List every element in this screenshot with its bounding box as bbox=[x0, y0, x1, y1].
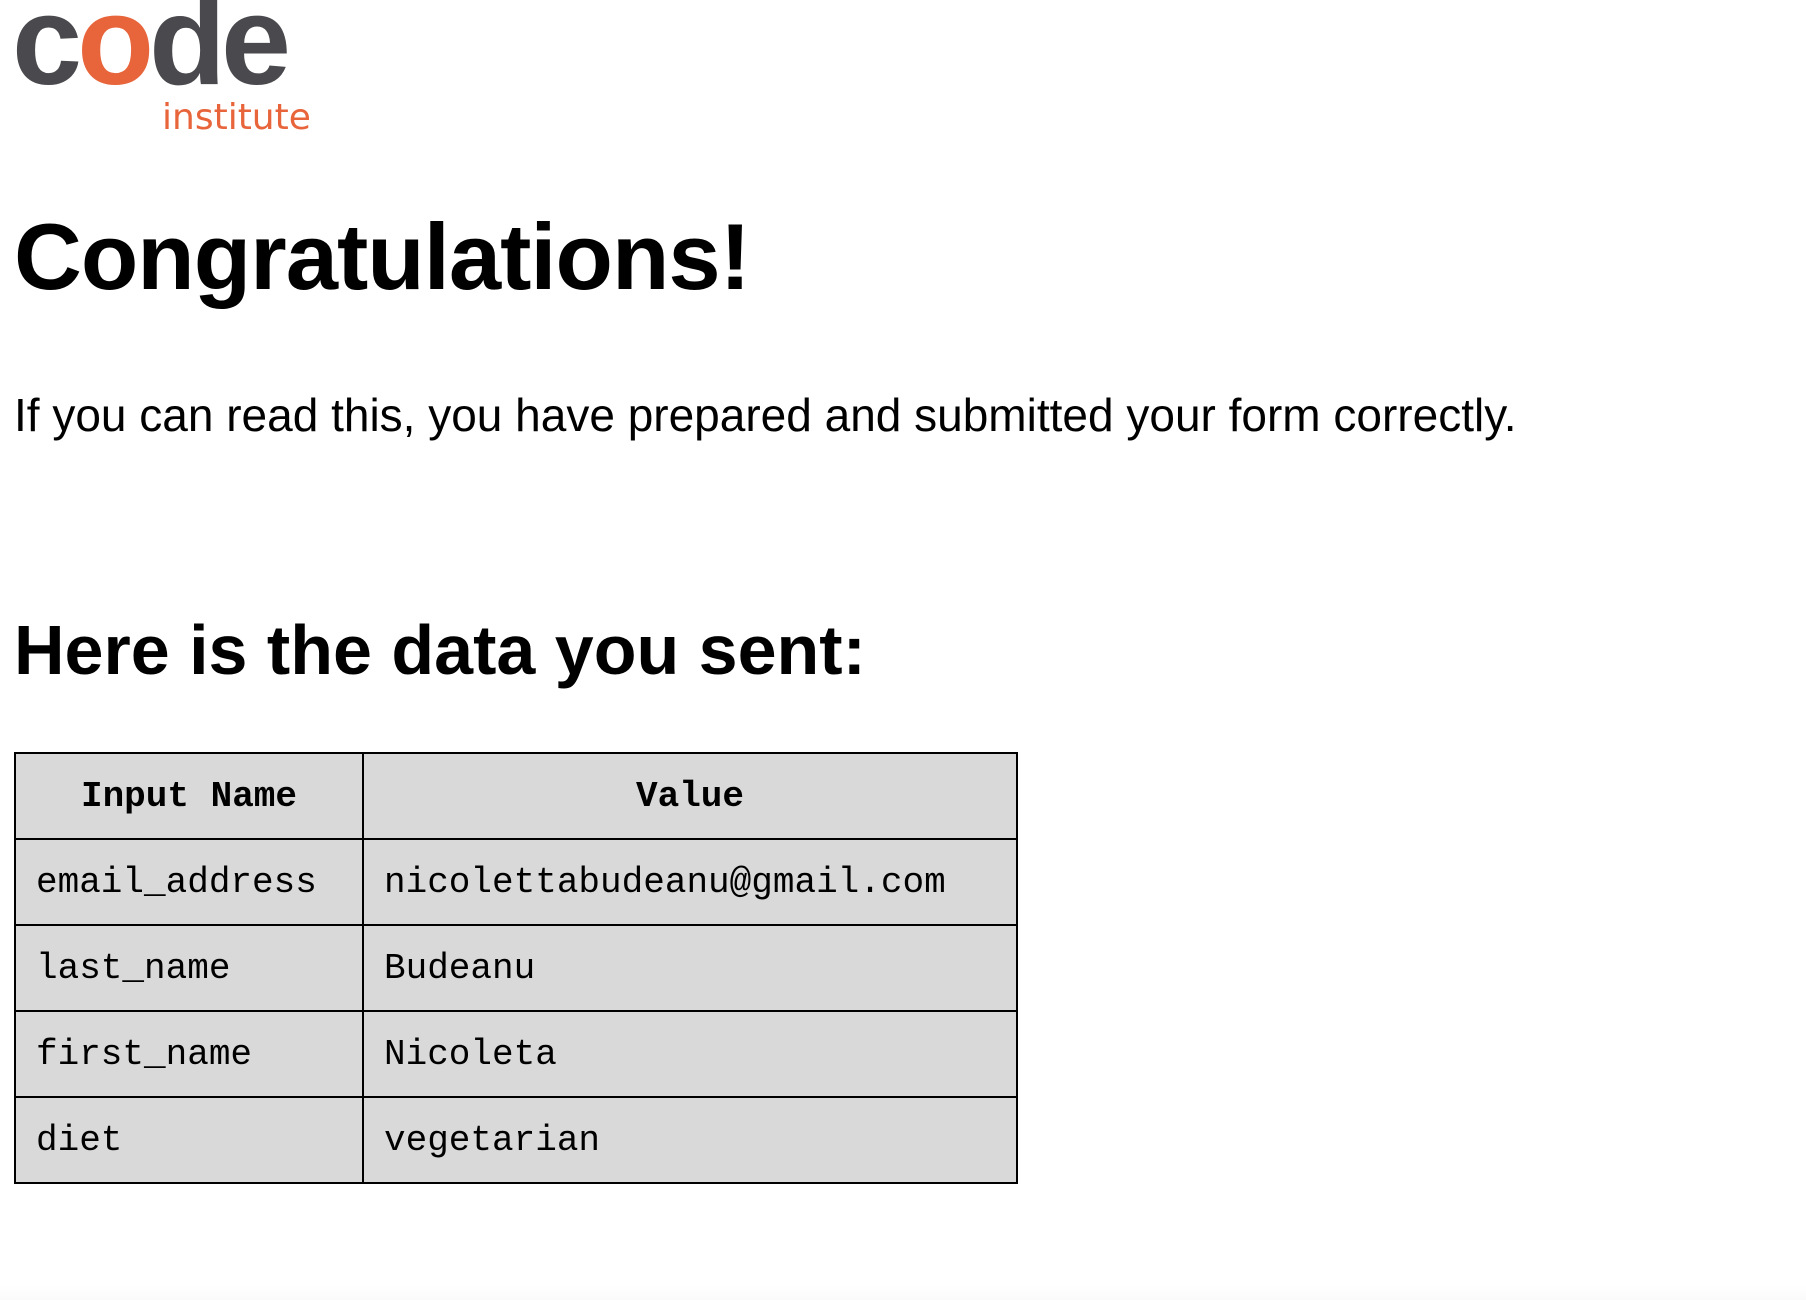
input-name-cell: last_name bbox=[14, 924, 364, 1012]
page-title: Congratulations! bbox=[14, 204, 751, 309]
data-section-heading: Here is the data you sent: bbox=[14, 611, 866, 689]
table-row: first_name Nicoleta bbox=[14, 1010, 1018, 1098]
value-cell: Budeanu bbox=[362, 924, 1018, 1012]
value-cell: Nicoleta bbox=[362, 1010, 1018, 1098]
value-cell: nicolettabudeanu@gmail.com bbox=[362, 838, 1018, 926]
column-header-value: Value bbox=[362, 752, 1018, 840]
page-bottom-edge bbox=[0, 1286, 1806, 1300]
logo-letters-de: de bbox=[149, 0, 291, 111]
logo-letter-c: c bbox=[12, 0, 82, 111]
value-cell: vegetarian bbox=[362, 1096, 1018, 1184]
table-header-row: Input Name Value bbox=[14, 752, 1018, 840]
code-institute-logo: code institute bbox=[12, 0, 332, 150]
logo-wordmark: code bbox=[12, 0, 291, 104]
logo-letter-o: o bbox=[77, 0, 154, 111]
table-row: email_address nicolettabudeanu@gmail.com bbox=[14, 838, 1018, 926]
input-name-cell: diet bbox=[14, 1096, 364, 1184]
logo-subtext: institute bbox=[162, 97, 311, 138]
input-name-cell: email_address bbox=[14, 838, 364, 926]
input-name-cell: first_name bbox=[14, 1010, 364, 1098]
column-header-input-name: Input Name bbox=[14, 752, 364, 840]
submitted-data-table: Input Name Value email_address nicoletta… bbox=[14, 752, 1018, 1184]
table-row: last_name Budeanu bbox=[14, 924, 1018, 1012]
intro-text: If you can read this, you have prepared … bbox=[14, 389, 1517, 441]
table-row: diet vegetarian bbox=[14, 1096, 1018, 1184]
